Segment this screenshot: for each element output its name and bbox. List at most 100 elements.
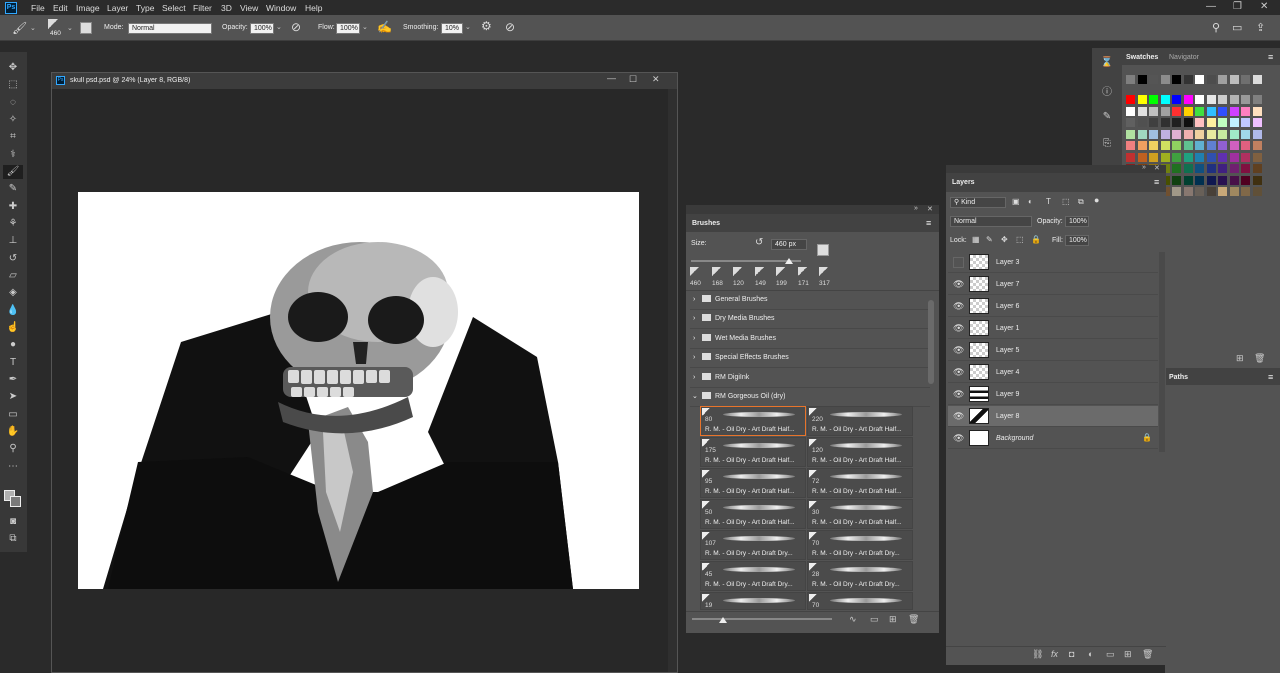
layer-row-layer-1[interactable]: 👁 Layer 1	[948, 318, 1158, 339]
swatch[interactable]	[1206, 129, 1216, 139]
swatch[interactable]	[1149, 118, 1158, 127]
smudge-tool-icon[interactable]: ☝	[3, 321, 23, 335]
paint-bucket-tool-icon[interactable]: ◈	[3, 286, 23, 300]
menu-view[interactable]: View	[240, 3, 258, 13]
lock-position-icon[interactable]: ✥	[1001, 235, 1008, 244]
swatch[interactable]	[1160, 141, 1170, 150]
group-folder-icon[interactable]: ▭	[1106, 649, 1115, 660]
stamp-tool-icon[interactable]: ⊥	[3, 234, 23, 248]
swatch[interactable]	[1241, 187, 1250, 196]
airbrush-icon[interactable]: ✍	[377, 20, 392, 34]
swatch[interactable]	[1183, 118, 1193, 127]
brush-tile[interactable]: 175 R. M. - Oil Dry - Art Draft Half...	[700, 437, 806, 467]
trash-icon[interactable]: 🗑	[1254, 353, 1265, 364]
blur-tool-icon[interactable]: 💧	[3, 304, 23, 318]
swatch[interactable]	[1229, 175, 1239, 185]
swatch[interactable]	[1195, 175, 1204, 185]
brush-tile[interactable]: 19	[700, 592, 806, 610]
clone-source-icon[interactable]: ⎘	[1097, 138, 1117, 154]
swatch[interactable]	[1229, 152, 1239, 162]
new-brush-icon[interactable]: ⊞	[889, 614, 897, 625]
layer-opacity-field[interactable]: 100%	[1065, 216, 1089, 227]
tab-swatches[interactable]: Swatches	[1126, 54, 1158, 61]
brush-preset-460[interactable]: 460	[688, 267, 708, 289]
swatch[interactable]	[1172, 118, 1181, 127]
chevron-down-icon[interactable]: ⌄	[465, 23, 471, 31]
opacity-field[interactable]: 100%	[250, 23, 274, 34]
pressure-opacity-icon[interactable]: ⊘	[291, 20, 301, 34]
pressure-size-icon[interactable]: ⊘	[505, 20, 515, 34]
link-layers-icon[interactable]: ⛓	[1032, 649, 1043, 660]
swatch[interactable]	[1229, 164, 1239, 173]
folder-general-brushes[interactable]: › General Brushes	[690, 291, 930, 310]
screen-mode-icon[interactable]: ⧉	[3, 532, 23, 546]
new-swatch-icon[interactable]: ⊞	[1236, 353, 1244, 364]
layer-row-layer-6[interactable]: 👁 Layer 6	[948, 296, 1158, 317]
swatch[interactable]	[1252, 152, 1262, 162]
chevron-down-icon[interactable]: ⌄	[30, 24, 36, 32]
history-icon[interactable]: ⌛	[1097, 57, 1117, 73]
filter-smart-object-icon[interactable]: ⧉	[1078, 197, 1084, 207]
swatch[interactable]	[1126, 106, 1135, 116]
swatch[interactable]	[1206, 118, 1216, 127]
preview-size-slider-handle[interactable]	[719, 617, 727, 623]
folder-wet-media-brushes[interactable]: › Wet Media Brushes	[690, 330, 930, 349]
swatch[interactable]	[1241, 75, 1250, 84]
panel-menu-icon[interactable]: ≡	[1154, 177, 1159, 187]
minimize-icon[interactable]: —	[1206, 1, 1216, 12]
lock-artboard-icon[interactable]: ⬚	[1016, 235, 1024, 244]
swatch[interactable]	[1183, 175, 1193, 185]
swatch[interactable]	[1160, 106, 1170, 116]
swatch[interactable]	[1218, 175, 1227, 185]
swatch[interactable]	[1195, 75, 1204, 84]
trash-icon[interactable]: 🗑	[908, 614, 919, 625]
brush-tile[interactable]: 30 R. M. - Oil Dry - Art Draft Half...	[807, 499, 913, 529]
swatch[interactable]	[1172, 152, 1181, 162]
swatch[interactable]	[1218, 129, 1227, 139]
swatch[interactable]	[1229, 187, 1239, 196]
new-layer-icon[interactable]: ⊞	[1124, 649, 1132, 660]
swatch[interactable]	[1218, 118, 1227, 127]
swatch[interactable]	[1126, 129, 1135, 139]
swatch[interactable]	[1160, 118, 1170, 127]
layer-row-layer-4[interactable]: 👁 Layer 4	[948, 362, 1158, 383]
swatch[interactable]	[1126, 141, 1135, 150]
swatch[interactable]	[1195, 129, 1204, 139]
visibility-off-icon[interactable]	[953, 257, 964, 268]
document-scrollbar[interactable]	[668, 89, 677, 672]
swatch[interactable]	[1206, 175, 1216, 185]
brush-preset-171[interactable]: 171	[796, 267, 816, 289]
eye-icon[interactable]: 👁	[953, 411, 964, 422]
swatch[interactable]	[1241, 118, 1250, 127]
eye-icon[interactable]: 👁	[953, 323, 964, 334]
type-tool-icon[interactable]: T	[3, 356, 23, 370]
swatch[interactable]	[1149, 152, 1158, 162]
brush-tile[interactable]: 80 R. M. - Oil Dry - Art Draft Half...	[700, 406, 806, 436]
swatch[interactable]	[1149, 75, 1158, 84]
swatch[interactable]	[1206, 141, 1216, 150]
collapse-icon[interactable]: »	[914, 205, 918, 212]
eye-icon[interactable]: 👁	[953, 279, 964, 290]
swatch[interactable]	[1206, 187, 1216, 196]
menu-layer[interactable]: Layer	[107, 3, 128, 13]
lock-all-icon[interactable]: 🔒	[1031, 235, 1041, 244]
swatch[interactable]	[1241, 175, 1250, 185]
restore-icon[interactable]: ☐	[629, 74, 637, 85]
swatch[interactable]	[1252, 164, 1262, 173]
swatch[interactable]	[1149, 129, 1158, 139]
swatch[interactable]	[1252, 95, 1262, 104]
layers-scrollbar[interactable]	[1159, 252, 1165, 452]
swatch[interactable]	[1172, 187, 1181, 196]
lasso-tool-icon[interactable]: ◌	[3, 96, 23, 110]
swatch[interactable]	[1172, 106, 1181, 116]
size-field[interactable]: 460 px	[771, 239, 807, 250]
brush-tool-icon[interactable]: 🖌	[12, 21, 27, 35]
dodge-tool-icon[interactable]: ●	[3, 338, 23, 352]
info-icon[interactable]: ⓘ	[1097, 83, 1117, 99]
flow-field[interactable]: 100%	[336, 23, 360, 34]
swatch[interactable]	[1149, 95, 1158, 104]
pencil-tool-icon[interactable]: ✎	[3, 182, 23, 196]
swatch[interactable]	[1218, 75, 1227, 84]
menu-select[interactable]: Select	[162, 3, 186, 13]
swatch[interactable]	[1241, 95, 1250, 104]
